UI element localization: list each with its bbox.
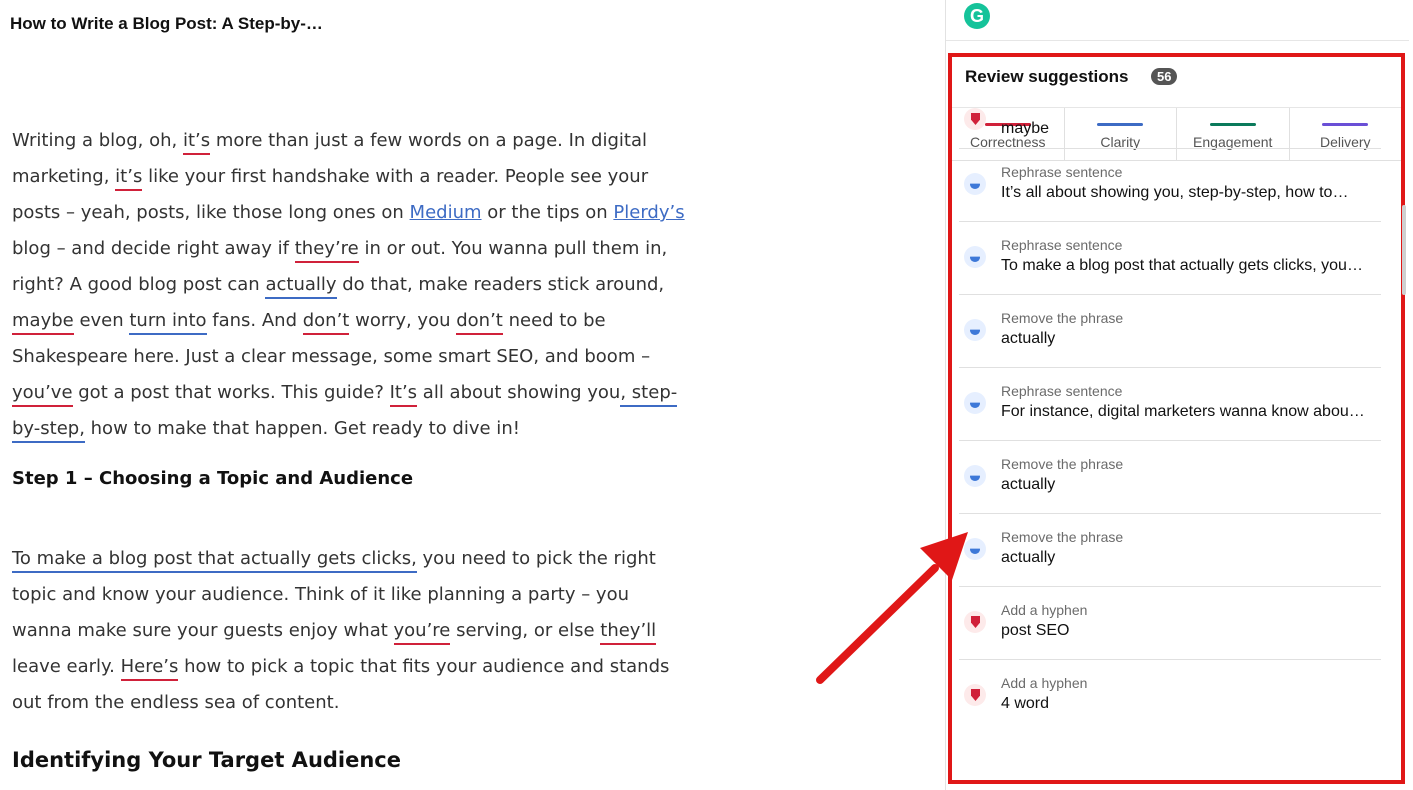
- suggestion-type: Add a hyphen: [1001, 602, 1088, 618]
- flagged-word[interactable]: don’t: [456, 310, 503, 335]
- paragraph-intro[interactable]: Writing a blog, oh, it’s more than just …: [12, 123, 692, 447]
- suggestion-card[interactable]: Rephrase sentence It’s all about showing…: [959, 149, 1381, 222]
- grammarly-logo-icon: G: [964, 3, 990, 29]
- medium-link[interactable]: Medium: [410, 202, 482, 223]
- flagged-word[interactable]: they’re: [294, 238, 359, 263]
- heading-target-audience: Identifying Your Target Audience: [12, 748, 402, 772]
- clarity-phrase[interactable]: turn into: [129, 310, 207, 335]
- plerdy-link[interactable]: Plerdy’s: [613, 202, 684, 223]
- suggestion-type: Rephrase sentence: [1001, 383, 1123, 399]
- flagged-word[interactable]: they’ll: [600, 620, 657, 645]
- suggestion-text: post SEO: [1001, 622, 1070, 639]
- clarity-phrase[interactable]: actually: [265, 274, 337, 299]
- suggestion-type: Remove the phrase: [1001, 310, 1124, 326]
- flagged-word[interactable]: Here’s: [120, 656, 179, 681]
- flagged-word[interactable]: you’re: [393, 620, 451, 645]
- suggestion-list: maybe Rephrase sentence It’s all about s…: [959, 108, 1381, 732]
- suggestion-card[interactable]: Remove the phrase actually: [959, 514, 1381, 587]
- clarity-icon: [964, 392, 986, 414]
- suggestion-text: It’s all about showing you, step-by-step…: [1001, 184, 1349, 201]
- document-editor[interactable]: How to Write a Blog Post: A Step-by-… Wr…: [0, 0, 940, 790]
- suggestion-text: To make a blog post that actually gets c…: [1001, 257, 1363, 274]
- suggestion-card[interactable]: Rephrase sentence To make a blog post th…: [959, 222, 1381, 295]
- panel-header: G: [946, 0, 1409, 41]
- flagged-word[interactable]: It’s: [389, 382, 418, 407]
- review-header: Review suggestions 56: [952, 57, 1401, 108]
- suggestion-type: Remove the phrase: [1001, 456, 1124, 472]
- flagged-word[interactable]: don’t: [302, 310, 350, 335]
- suggestion-card[interactable]: Add a hyphen 4 word: [959, 660, 1381, 732]
- flagged-word[interactable]: it’s: [182, 130, 211, 155]
- clarity-phrase[interactable]: To make a blog post that actually gets c…: [12, 548, 417, 573]
- suggestion-card[interactable]: Remove the phrase actually: [959, 295, 1381, 368]
- flagged-word[interactable]: it’s: [115, 166, 143, 191]
- suggestion-type: Remove the phrase: [1001, 529, 1124, 545]
- clarity-icon: [964, 538, 986, 560]
- suggestion-type: Add a hyphen: [1001, 675, 1088, 691]
- heading-step-1: Step 1 – Choosing a Topic and Audience: [12, 468, 414, 489]
- clarity-icon: [964, 173, 986, 195]
- suggestion-text: actually: [1001, 549, 1056, 566]
- suggestion-card[interactable]: maybe: [959, 108, 1381, 149]
- panel-scrollbar[interactable]: [1402, 205, 1406, 295]
- paragraph-step-1[interactable]: To make a blog post that actually gets c…: [12, 541, 692, 721]
- grammarly-panel: G Review suggestions 56 Correctness Clar…: [945, 0, 1409, 790]
- clarity-icon: [964, 465, 986, 487]
- suggestion-card[interactable]: Rephrase sentence For instance, digital …: [959, 368, 1381, 441]
- flagged-word[interactable]: you’ve: [12, 382, 73, 407]
- suggestion-text: maybe: [1001, 120, 1050, 137]
- document-title: How to Write a Blog Post: A Step-by-…: [10, 14, 323, 33]
- clarity-icon: [964, 246, 986, 268]
- clarity-icon: [964, 319, 986, 341]
- suggestion-card[interactable]: Remove the phrase actually: [959, 441, 1381, 514]
- suggestion-type: Rephrase sentence: [1001, 164, 1123, 180]
- correctness-icon: [964, 108, 986, 130]
- flagged-word[interactable]: maybe: [12, 310, 74, 335]
- suggestion-text: actually: [1001, 476, 1056, 493]
- suggestion-text: For instance, digital marketers wanna kn…: [1001, 403, 1365, 420]
- review-title: Review suggestions: [965, 67, 1129, 86]
- suggestion-text: actually: [1001, 330, 1056, 347]
- suggestion-card[interactable]: Add a hyphen post SEO: [959, 587, 1381, 660]
- correctness-icon: [964, 684, 986, 706]
- suggestion-text: 4 word: [1001, 695, 1050, 712]
- suggestion-count-badge: 56: [1151, 68, 1178, 85]
- correctness-icon: [964, 611, 986, 633]
- suggestion-type: Rephrase sentence: [1001, 237, 1123, 253]
